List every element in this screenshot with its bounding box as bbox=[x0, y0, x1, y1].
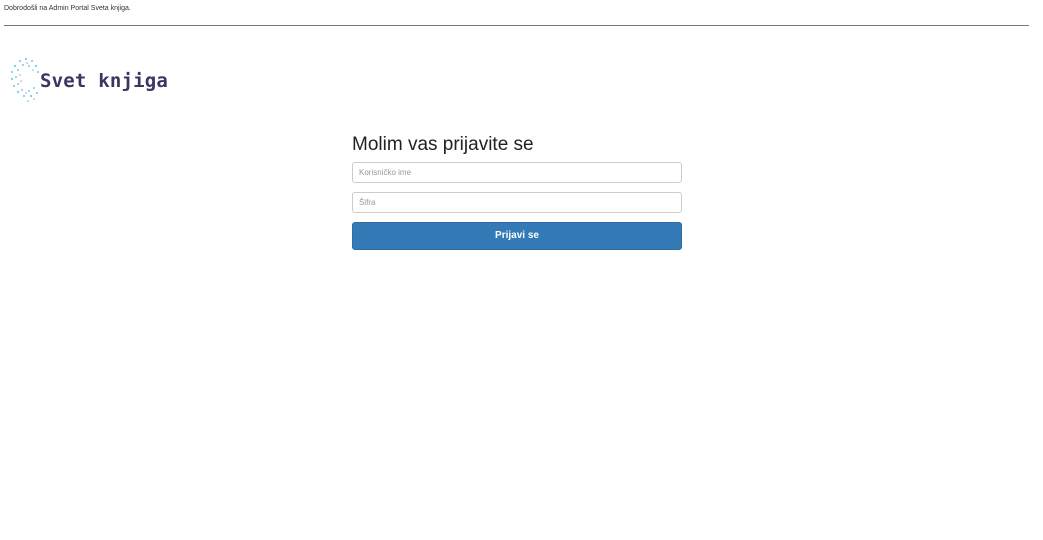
login-form: Molim vas prijavite se Prijavi se bbox=[352, 132, 682, 250]
login-heading: Molim vas prijavite se bbox=[352, 134, 534, 155]
logo-text: Svet knjiga bbox=[40, 70, 169, 92]
username-input[interactable] bbox=[352, 162, 682, 183]
login-button[interactable]: Prijavi se bbox=[352, 222, 682, 250]
site-logo: Svet knjiga bbox=[8, 55, 168, 107]
header-divider bbox=[4, 25, 1029, 26]
dotted-circle-logo-icon bbox=[10, 57, 40, 102]
welcome-text: Dobrodošli na Admin Portal Sveta knjiga. bbox=[4, 5, 131, 12]
password-input[interactable] bbox=[352, 192, 682, 213]
